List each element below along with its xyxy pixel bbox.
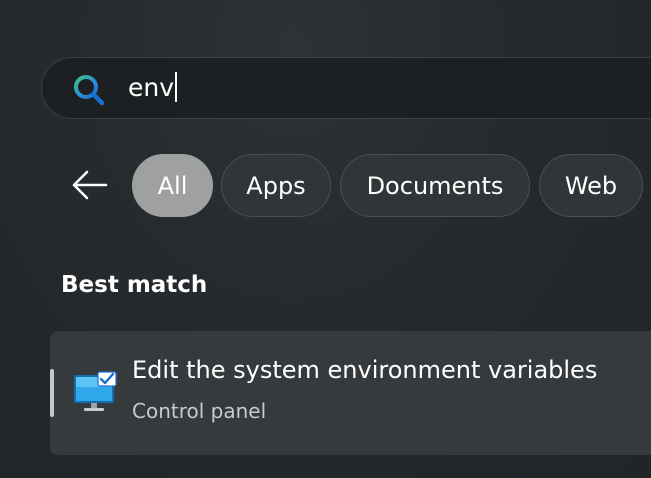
selection-indicator [50,369,54,417]
best-match-heading: Best match [61,272,208,298]
filter-chip-all[interactable]: All [132,154,213,217]
system-properties-icon [72,369,118,415]
filter-chip-apps[interactable]: Apps [221,154,331,217]
result-title: Edit the system environment variables [132,356,598,384]
filter-chip-label: Web [564,171,618,200]
back-button[interactable] [66,163,114,207]
filter-chip-label: Documents [366,171,504,200]
search-input[interactable]: env [128,72,178,104]
search-query-text: env [128,73,175,102]
arrow-left-icon [66,170,114,211]
filter-chip-documents[interactable]: Documents [340,154,530,217]
search-icon [72,73,106,107]
filter-chip-web[interactable]: Web [539,154,643,217]
best-match-result[interactable]: Edit the system environment variables Co… [50,331,651,455]
search-box[interactable]: env [41,57,651,119]
text-caret [175,72,178,102]
filter-chip-label: All [157,171,188,200]
result-subtitle: Control panel [132,399,267,423]
filter-chip-label: Apps [246,171,306,200]
